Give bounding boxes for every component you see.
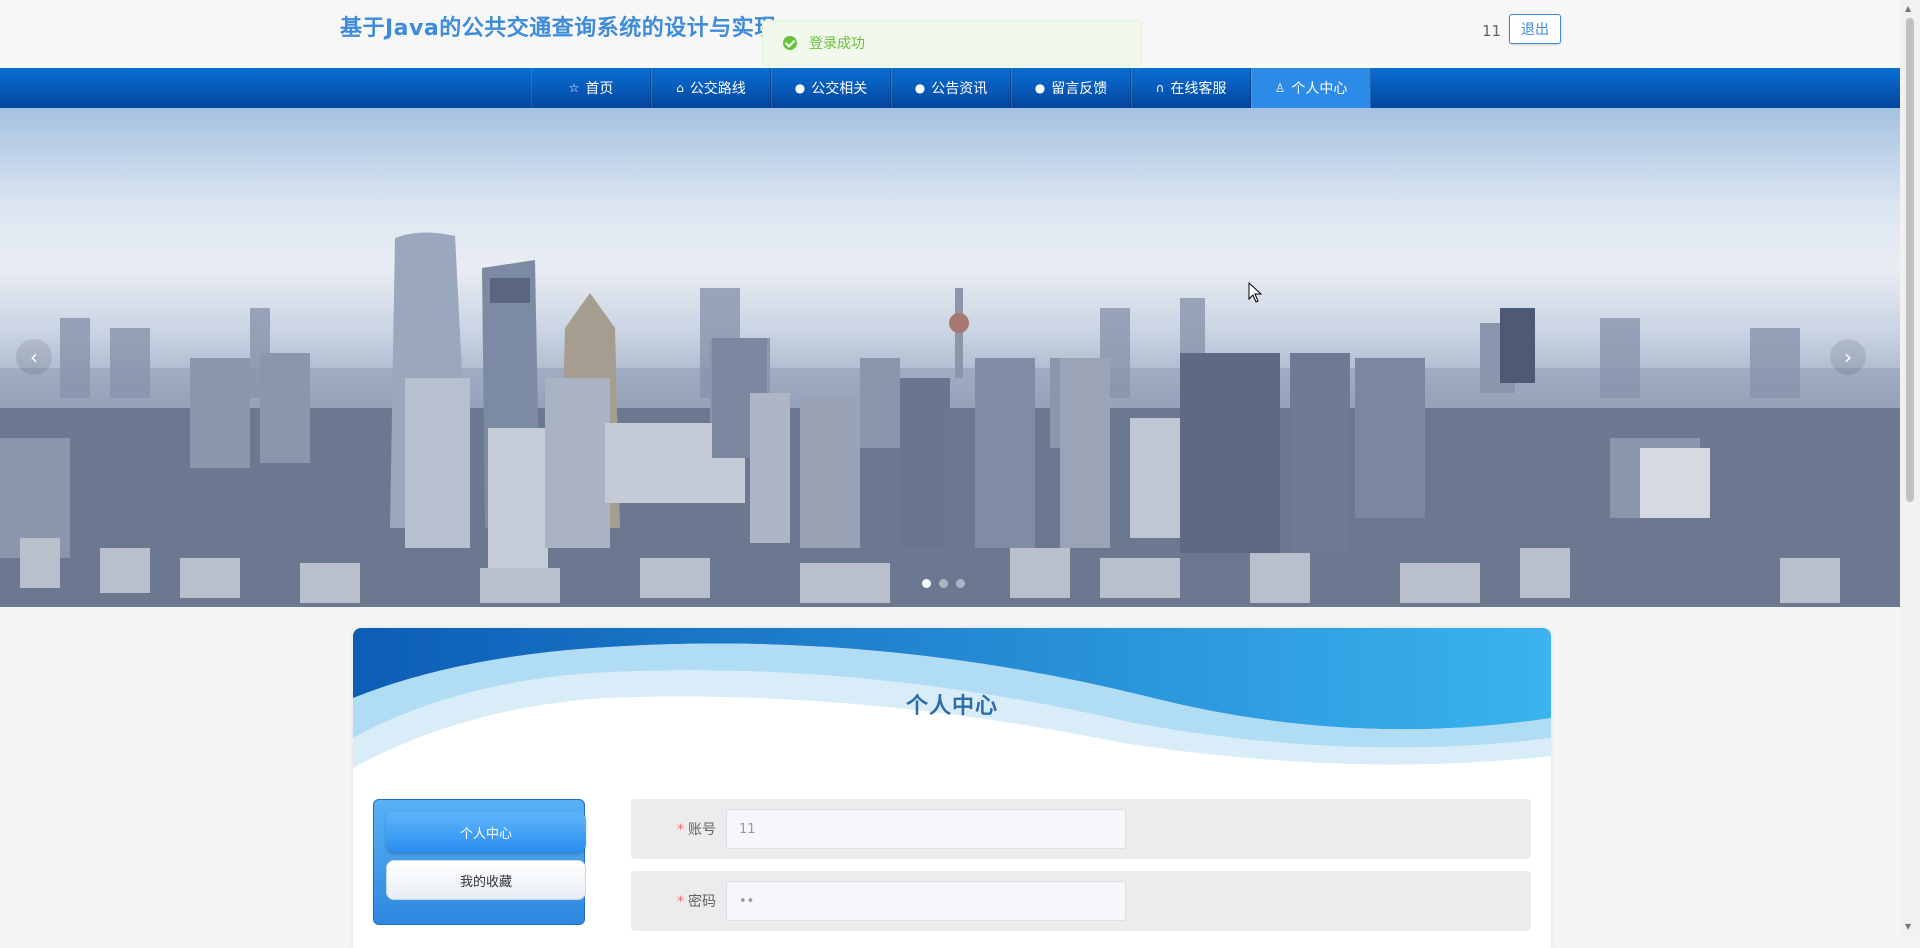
bag-icon: ⌂ <box>676 81 684 95</box>
form-row-password: * 密码 <box>631 871 1531 931</box>
toast-message: 登录成功 <box>809 36 865 52</box>
side-menu: 个人中心 我的收藏 <box>373 799 586 925</box>
success-toast: 登录成功 <box>762 20 1142 66</box>
nav-item-feedback[interactable]: ● 留言反馈 <box>1011 68 1131 108</box>
username: 11 <box>1482 22 1502 40</box>
account-input[interactable] <box>726 809 1126 849</box>
check-circle-icon <box>783 36 797 50</box>
nav-item-label: 在线客服 <box>1170 81 1227 97</box>
city-skyline-image <box>0 232 1900 607</box>
password-label: * 密码 <box>677 894 716 910</box>
personal-center-panel: 个人中心 个人中心 我的收藏 *账号 *密码 <box>353 628 1551 948</box>
account-label: * 账号 <box>677 822 716 838</box>
question-icon: ● <box>914 81 926 95</box>
main-nav: ☆ 首页 ⌂ 公交路线 ● 公交相关 ● 公告资讯 ● 留言反馈 ∩ 在线客服 … <box>0 68 1900 109</box>
nav-item-label: 公交相关 <box>811 81 868 97</box>
logout-button[interactable]: 退出 <box>1509 14 1561 44</box>
scroll-thumb[interactable] <box>1906 18 1914 502</box>
nav-item-bus-routes[interactable]: ⌂ 公交路线 <box>651 68 771 108</box>
carousel-next-arrow[interactable]: › <box>1830 339 1866 375</box>
carousel-dots <box>922 579 965 588</box>
carousel-dot[interactable] <box>956 579 965 588</box>
nav-item-label: 首页 <box>585 81 614 97</box>
mouse-cursor-icon <box>1248 282 1263 303</box>
carousel-dot[interactable] <box>922 579 931 588</box>
panel-title: 个人中心 <box>905 694 998 719</box>
password-input[interactable] <box>726 881 1126 921</box>
carousel-prev-arrow[interactable]: ‹ <box>16 339 52 375</box>
nav-item-label: 公交路线 <box>689 81 746 97</box>
form-row-account: * 账号 <box>631 799 1531 859</box>
nav-item-label: 留言反馈 <box>1051 81 1108 97</box>
nav-item-bus-related[interactable]: ● 公交相关 <box>771 68 891 108</box>
user-icon: ♙ <box>1274 81 1286 95</box>
nav-item-news[interactable]: ● 公告资讯 <box>891 68 1011 108</box>
banner-carousel: ‹ › <box>0 108 1900 607</box>
site-title: 基于Java的公共交通查询系统的设计与实现 <box>340 16 777 41</box>
scroll-up-arrow-icon[interactable]: ▲ <box>1905 4 1911 13</box>
page-scrollbar[interactable]: ▲ ▼ <box>1900 0 1920 936</box>
nav-item-online-service[interactable]: ∩ 在线客服 <box>1131 68 1251 108</box>
side-menu-my-favorites[interactable]: 我的收藏 <box>386 860 586 900</box>
info-icon: ● <box>1034 81 1046 95</box>
nav-item-label: 个人中心 <box>1291 81 1348 97</box>
info-icon: ● <box>794 81 806 95</box>
headset-icon: ∩ <box>1155 81 1165 95</box>
nav-item-label: 公告资讯 <box>931 81 988 97</box>
side-menu-personal-center[interactable]: 个人中心 <box>386 812 586 852</box>
star-icon: ☆ <box>568 81 580 95</box>
nav-item-home[interactable]: ☆ 首页 <box>531 68 651 108</box>
scroll-down-arrow-icon[interactable]: ▼ <box>1905 922 1911 931</box>
carousel-dot[interactable] <box>939 579 948 588</box>
nav-item-personal-center[interactable]: ♙ 个人中心 <box>1251 68 1371 108</box>
